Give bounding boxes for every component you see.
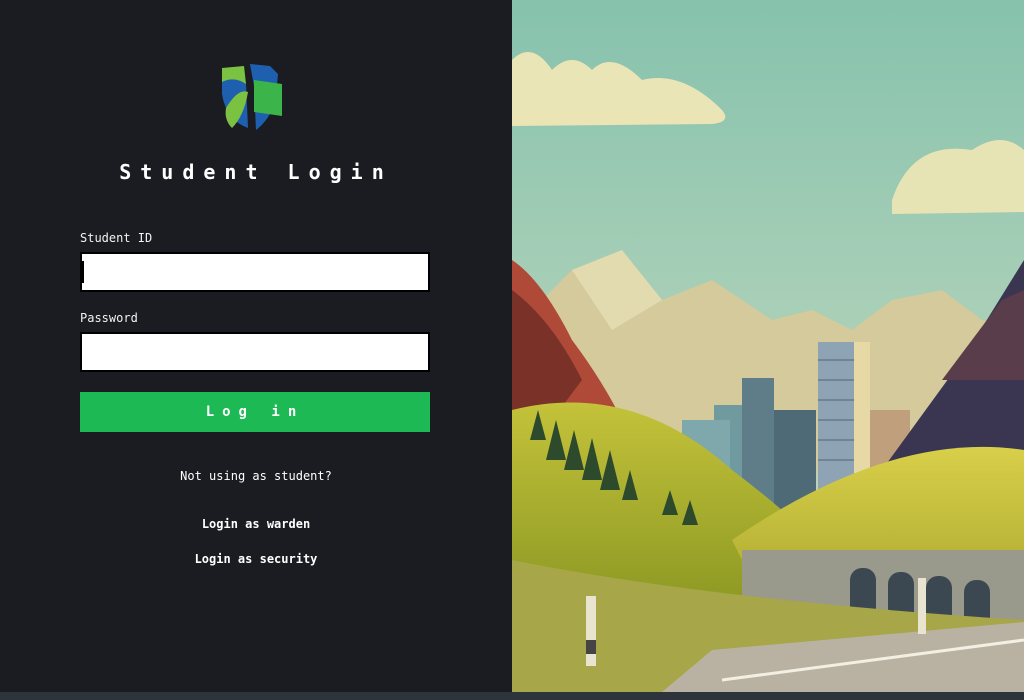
password-label: Password xyxy=(80,311,138,325)
login-button[interactable]: Log in xyxy=(80,392,430,432)
login-panel: Student Login Student ID Password Log in… xyxy=(0,0,512,692)
login-as-security-link[interactable]: Login as security xyxy=(0,552,512,566)
page-title: Student Login xyxy=(119,160,393,184)
login-as-warden-link[interactable]: Login as warden xyxy=(0,517,512,531)
landscape-illustration xyxy=(512,0,1024,692)
student-id-input[interactable] xyxy=(80,252,430,292)
password-input[interactable] xyxy=(80,332,430,372)
shield-leaf-logo-icon xyxy=(222,64,282,130)
not-student-text: Not using as student? xyxy=(180,469,332,483)
text-caret xyxy=(82,261,84,283)
bottom-strip xyxy=(0,692,1024,700)
landscape-image xyxy=(512,0,1024,692)
student-id-label: Student ID xyxy=(80,231,153,245)
